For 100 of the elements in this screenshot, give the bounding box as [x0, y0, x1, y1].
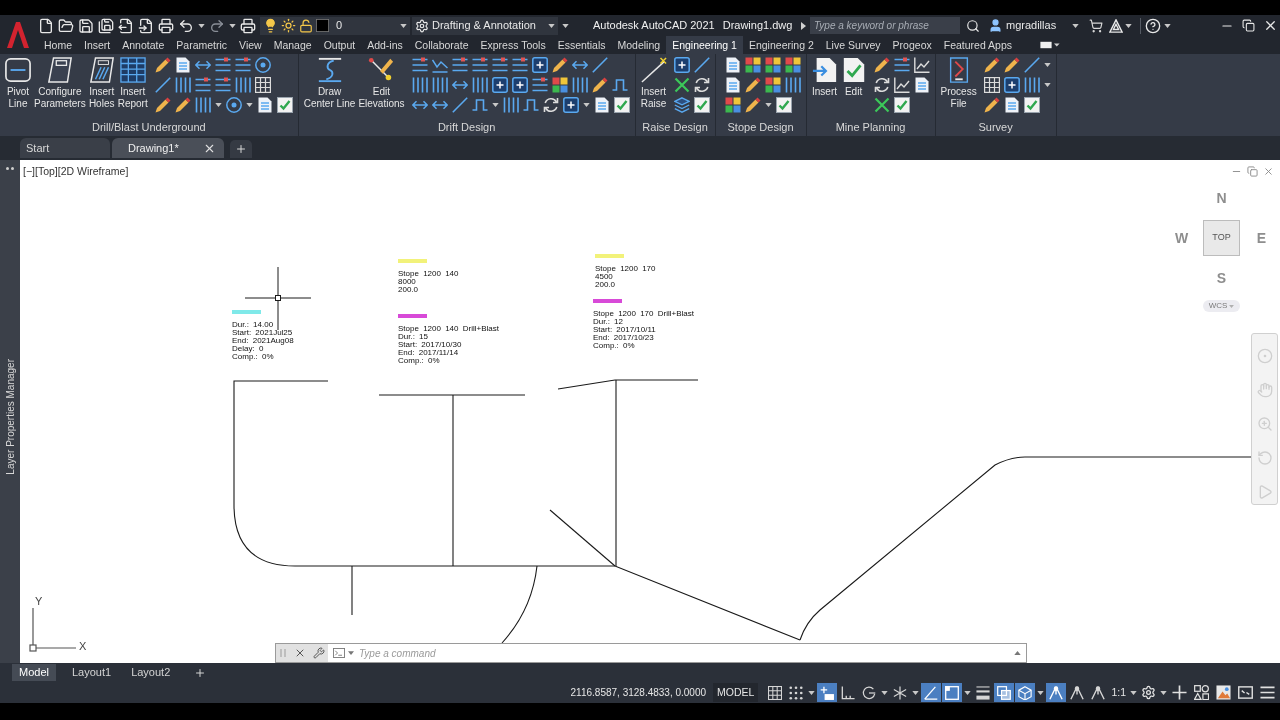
- zigzag-line-icon[interactable]: [431, 57, 448, 73]
- checkbox-icon[interactable]: [693, 97, 710, 113]
- grip-icon[interactable]: [279, 647, 287, 659]
- caret-icon[interactable]: [808, 690, 816, 695]
- ribbon-tab[interactable]: Manage: [267, 36, 318, 54]
- ribbon-button[interactable]: Insert: [811, 57, 838, 98]
- bars-icon[interactable]: [571, 77, 588, 93]
- caret-icon[interactable]: [348, 651, 354, 655]
- caret-icon[interactable]: [1072, 23, 1079, 28]
- folder-icon[interactable]: [58, 17, 74, 34]
- settings-icon[interactable]: [1141, 685, 1156, 700]
- bars-icon[interactable]: [784, 77, 801, 93]
- bars-icon[interactable]: [234, 77, 251, 93]
- ribbon-tab[interactable]: Live Survey: [819, 36, 887, 54]
- ribbon-tab[interactable]: View: [233, 36, 268, 54]
- status-toggle[interactable]: [1046, 683, 1067, 702]
- file-tab[interactable]: Drawing1*: [112, 138, 224, 158]
- new-tab-button[interactable]: [230, 140, 252, 158]
- lines-icon[interactable]: [491, 57, 508, 73]
- file-tab[interactable]: Start: [20, 138, 110, 158]
- caret-icon[interactable]: [912, 690, 920, 695]
- plus-icon[interactable]: [194, 666, 207, 679]
- document-arrow-icon[interactable]: [138, 17, 154, 34]
- status-toggle[interactable]: [921, 683, 942, 702]
- blocks-icon[interactable]: [724, 97, 741, 113]
- status-toggle[interactable]: [994, 683, 1015, 702]
- lines-icon[interactable]: [511, 57, 528, 73]
- ribbon-tab[interactable]: Annotate: [116, 36, 171, 54]
- refresh-icon[interactable]: [693, 77, 710, 93]
- ribbon-tab[interactable]: Progeox: [886, 36, 938, 54]
- blocks-icon[interactable]: [784, 57, 801, 73]
- pencil-icon[interactable]: [154, 57, 171, 73]
- step-line-icon[interactable]: [611, 77, 628, 93]
- ribbon-button[interactable]: Process File: [940, 57, 977, 110]
- user-name[interactable]: mgradillas: [1006, 17, 1068, 34]
- redo-icon[interactable]: [209, 17, 225, 34]
- refresh-icon[interactable]: [873, 77, 890, 93]
- ribbon-button[interactable]: Edit Elevations: [358, 57, 405, 110]
- bars-icon[interactable]: [194, 97, 211, 113]
- caret-icon[interactable]: [1043, 83, 1051, 87]
- step-line-icon[interactable]: [522, 97, 539, 113]
- pencil-icon[interactable]: [983, 57, 1000, 73]
- caret-icon[interactable]: [881, 690, 889, 695]
- fullscreen-icon[interactable]: [1238, 685, 1253, 700]
- document-icon[interactable]: [1003, 97, 1020, 113]
- caret-icon[interactable]: [1125, 23, 1132, 28]
- lines-icon[interactable]: [214, 57, 231, 73]
- palette-title[interactable]: Layer Properties Manager: [2, 358, 18, 475]
- caret-icon[interactable]: [229, 23, 236, 28]
- square-icon[interactable]: [511, 77, 528, 93]
- bars-icon[interactable]: [471, 77, 488, 93]
- ribbon-tab[interactable]: Output: [317, 36, 362, 54]
- lines-icon[interactable]: [471, 57, 488, 73]
- ribbon-toggle-icon[interactable]: [1040, 41, 1060, 49]
- caret-icon[interactable]: [1130, 690, 1137, 695]
- caret-icon[interactable]: [582, 103, 590, 107]
- layer-dropdown[interactable]: 0: [260, 16, 410, 35]
- bars-icon[interactable]: [1023, 77, 1040, 93]
- square-icon[interactable]: [1003, 77, 1020, 93]
- lines-icon[interactable]: [893, 57, 910, 73]
- document-icon[interactable]: [256, 97, 273, 113]
- ribbon-tab[interactable]: Engineering 1: [666, 36, 743, 54]
- checkbox-icon[interactable]: [775, 97, 792, 113]
- cross-icon[interactable]: [873, 97, 890, 113]
- app-logo-icon[interactable]: [7, 21, 29, 48]
- blocks-icon[interactable]: [764, 57, 781, 73]
- ribbon-tab[interactable]: Featured Apps: [937, 36, 1018, 54]
- refresh-icon[interactable]: [542, 97, 559, 113]
- ucs-menu[interactable]: WCS: [1203, 300, 1240, 312]
- user-icon[interactable]: [988, 18, 1003, 33]
- document-icon[interactable]: [724, 77, 741, 93]
- checkbox-icon[interactable]: [1023, 97, 1040, 113]
- lines-icon[interactable]: [214, 77, 231, 93]
- chart-icon[interactable]: [913, 57, 930, 73]
- cross-icon[interactable]: [673, 77, 690, 93]
- document-icon[interactable]: [913, 77, 930, 93]
- search-icon[interactable]: [966, 18, 980, 33]
- ribbon-tab[interactable]: Insert: [78, 36, 117, 54]
- pencil-icon[interactable]: [591, 77, 608, 93]
- diagonal-line-icon[interactable]: [693, 57, 710, 73]
- layout-tab[interactable]: Layout1: [67, 664, 116, 681]
- document-arrow-icon[interactable]: [118, 17, 134, 34]
- annotation-scale-button[interactable]: 1:1: [1109, 684, 1128, 701]
- ribbon-tab[interactable]: Home: [38, 36, 78, 54]
- undo-icon[interactable]: [178, 17, 194, 34]
- ribbon-button[interactable]: Draw Center Line: [303, 57, 356, 110]
- status-toggle[interactable]: [942, 683, 963, 702]
- lines-icon[interactable]: [411, 57, 428, 73]
- bars-icon[interactable]: [502, 97, 519, 113]
- grid-icon[interactable]: [983, 77, 1000, 93]
- menu-icon[interactable]: [1260, 685, 1275, 700]
- circle-icon[interactable]: [254, 57, 271, 73]
- caret-icon[interactable]: [1160, 690, 1167, 695]
- pencil-icon[interactable]: [744, 77, 761, 93]
- lines-icon[interactable]: [451, 57, 468, 73]
- checkbox-icon[interactable]: [613, 97, 630, 113]
- layout-tab[interactable]: Layout2: [127, 664, 175, 681]
- document-icon[interactable]: [724, 57, 741, 73]
- circle-icon[interactable]: [225, 97, 242, 113]
- square-icon[interactable]: [531, 57, 548, 73]
